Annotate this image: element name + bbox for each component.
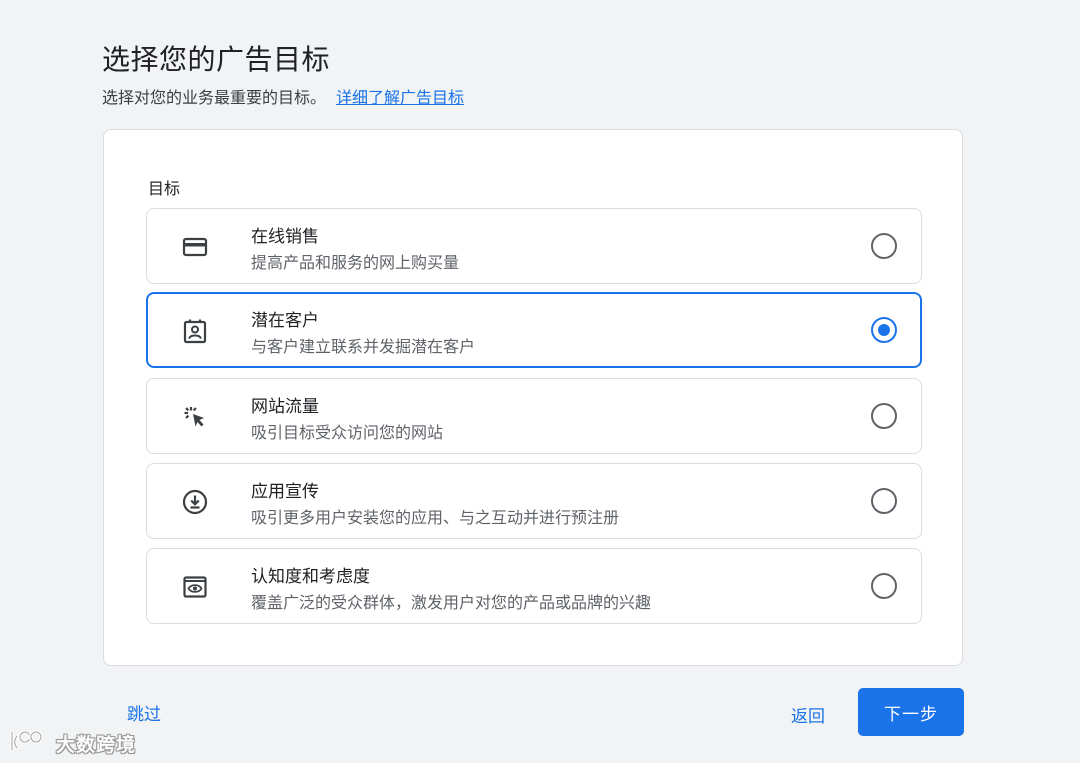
watermark-text: 大数跨境 <box>56 733 137 756</box>
goal-option-website-traffic[interactable]: 网站流量 吸引目标受众访问您的网站 <box>146 378 922 454</box>
goal-option-title: 应用宣传 <box>251 482 319 502</box>
back-button[interactable]: 返回 <box>791 702 825 727</box>
goal-option-title: 认知度和考虑度 <box>251 567 370 587</box>
cursor-click-icon <box>180 403 210 431</box>
eye-frame-icon <box>180 573 210 601</box>
goal-option-description: 与客户建立联系并发掘潜在客户 <box>251 337 476 356</box>
goal-option-awareness-consideration[interactable]: 认知度和考虑度 覆盖广泛的受众群体，激发用户对您的产品或品牌的兴趣 <box>146 548 922 624</box>
watermark: 大数跨境 <box>8 728 136 758</box>
skip-button[interactable]: 跳过 <box>127 700 161 725</box>
goal-radio-button[interactable] <box>871 573 897 599</box>
goal-option-description: 吸引目标受众访问您的网站 <box>251 423 444 442</box>
next-button[interactable]: 下一步 <box>858 688 964 736</box>
goal-option-title: 潜在客户 <box>251 311 319 331</box>
contact-portrait-icon <box>180 317 210 345</box>
page-title: 选择您的广告目标 <box>102 43 331 76</box>
credit-card-icon <box>180 233 210 261</box>
goal-option-leads[interactable]: 潜在客户 与客户建立联系并发掘潜在客户 <box>146 292 922 368</box>
goal-radio-button[interactable] <box>871 488 897 514</box>
goals-card: 目标 在线销售 提高产品和服务的网上购买量 潜在客户 与客户建立联系并发掘潜在客… <box>103 129 963 666</box>
goal-radio-button[interactable] <box>871 403 897 429</box>
goal-radio-button[interactable] <box>871 233 897 259</box>
learn-more-link[interactable]: 详细了解广告目标 <box>336 88 464 107</box>
subtitle-text: 选择对您的业务最重要的目标。 <box>102 88 327 107</box>
goal-option-app-promotion[interactable]: 应用宣传 吸引更多用户安装您的应用、与之互动并进行预注册 <box>146 463 922 539</box>
goal-option-description: 覆盖广泛的受众群体，激发用户对您的产品或品牌的兴趣 <box>251 593 652 612</box>
download-circle-icon <box>180 488 210 516</box>
goal-option-description: 吸引更多用户安装您的应用、与之互动并进行预注册 <box>251 508 620 527</box>
page-subtitle: 选择对您的业务最重要的目标。 详细了解广告目标 <box>102 84 464 108</box>
watermark-logo-icon <box>8 728 50 758</box>
goal-option-title: 在线销售 <box>251 227 319 247</box>
goal-option-online-sales[interactable]: 在线销售 提高产品和服务的网上购买量 <box>146 208 922 284</box>
goal-option-title: 网站流量 <box>251 397 319 417</box>
goal-radio-button-selected[interactable] <box>871 317 897 343</box>
goals-section-label: 目标 <box>148 179 181 198</box>
ads-goal-page: 选择您的广告目标 选择对您的业务最重要的目标。 详细了解广告目标 目标 在线销售 … <box>0 0 1080 763</box>
goal-option-description: 提高产品和服务的网上购买量 <box>251 253 460 272</box>
